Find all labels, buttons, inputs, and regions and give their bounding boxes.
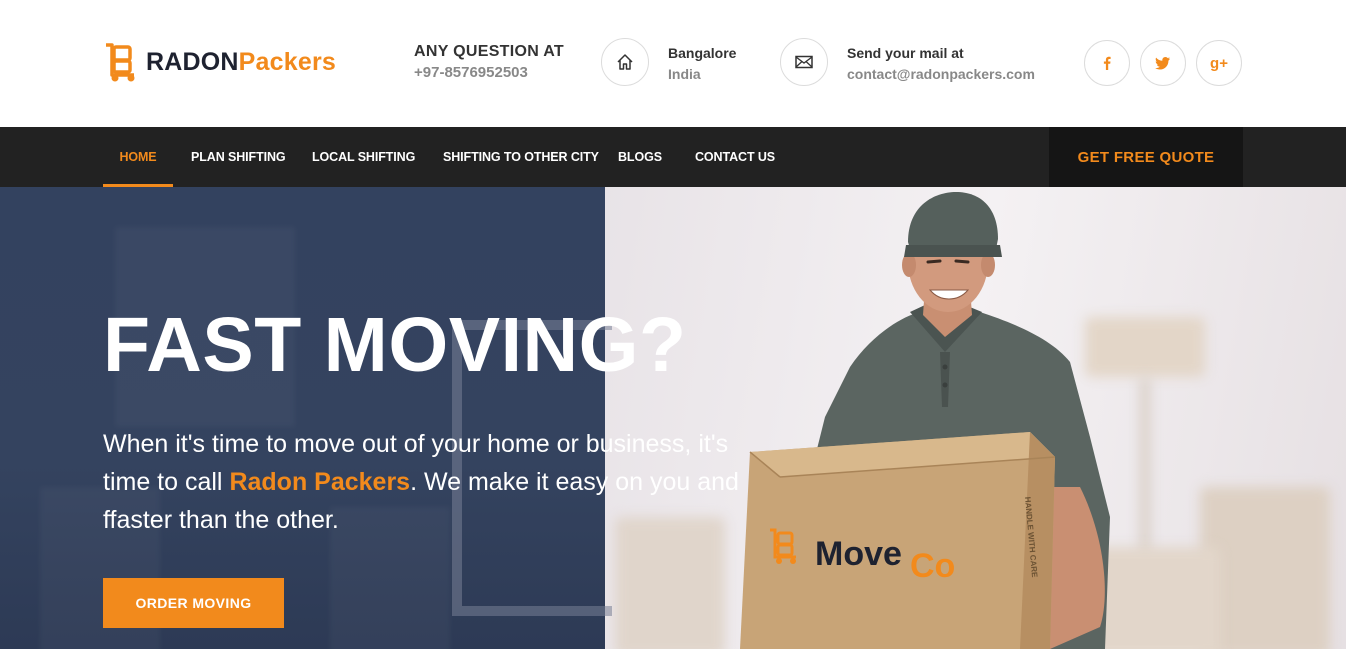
google-plus-label: g+ bbox=[1210, 54, 1228, 72]
get-free-quote-button[interactable]: GET FREE QUOTE bbox=[1049, 127, 1243, 187]
facebook-icon[interactable] bbox=[1084, 40, 1130, 86]
nav-menu: HOME PLAN SHIFTING LOCAL SHIFTING SHIFTI… bbox=[103, 127, 785, 187]
nav-item-shifting-other-city[interactable]: SHIFTING TO OTHER CITY bbox=[443, 127, 600, 187]
order-moving-button[interactable]: ORDER MOVING bbox=[103, 578, 284, 628]
site-logo[interactable]: RADONPackers bbox=[102, 40, 336, 84]
mail-title: Send your mail at bbox=[847, 45, 964, 61]
nav-item-plan-shifting[interactable]: PLAN SHIFTING bbox=[191, 127, 294, 187]
phone-number[interactable]: +97-8576952503 bbox=[414, 64, 564, 81]
logo-text-radon: RADON bbox=[146, 47, 239, 76]
delivery-man-with-box-image: Move Co HANDLE WITH CARE bbox=[740, 192, 1110, 649]
nav-item-blogs[interactable]: BLOGS bbox=[618, 127, 677, 187]
hand-truck-logo-icon bbox=[106, 43, 135, 82]
contact-phone-block: ANY QUESTION AT +97-8576952503 bbox=[414, 43, 564, 81]
google-plus-icon[interactable]: g+ bbox=[1196, 40, 1242, 86]
nav-item-contact-us[interactable]: CONTACT US bbox=[695, 127, 785, 187]
hero-title: FAST MOVING? bbox=[103, 302, 687, 388]
nav-item-local-shifting[interactable]: LOCAL SHIFTING bbox=[312, 127, 425, 187]
box-label-co: Co bbox=[910, 547, 955, 585]
logo-text-packers: Packers bbox=[238, 47, 336, 76]
logo-text: RADONPackers bbox=[146, 48, 336, 77]
hero-section: Move Co HANDLE WITH CARE FAST MOVING? Wh… bbox=[0, 187, 1346, 649]
envelope-icon bbox=[780, 38, 828, 86]
nav-item-home[interactable]: HOME bbox=[103, 127, 173, 187]
location-block: Bangalore India bbox=[668, 45, 736, 82]
location-country: India bbox=[668, 66, 701, 82]
background-lamp-stand bbox=[1140, 377, 1150, 557]
twitter-icon[interactable] bbox=[1140, 40, 1186, 86]
hero-brand-name: Radon Packers bbox=[229, 468, 411, 496]
hero-description: When it's time to move out of your home … bbox=[103, 425, 743, 539]
main-navigation: HOME PLAN SHIFTING LOCAL SHIFTING SHIFTI… bbox=[0, 127, 1346, 187]
top-header: RADONPackers ANY QUESTION AT +97-8576952… bbox=[0, 0, 1346, 127]
home-icon bbox=[601, 38, 649, 86]
location-city: Bangalore bbox=[668, 45, 737, 61]
mail-address[interactable]: contact@radonpackers.com bbox=[847, 66, 1035, 82]
box-label-move: Move bbox=[815, 535, 902, 573]
question-title: ANY QUESTION AT bbox=[414, 43, 564, 60]
mail-block: Send your mail at contact@radonpackers.c… bbox=[847, 45, 1035, 82]
